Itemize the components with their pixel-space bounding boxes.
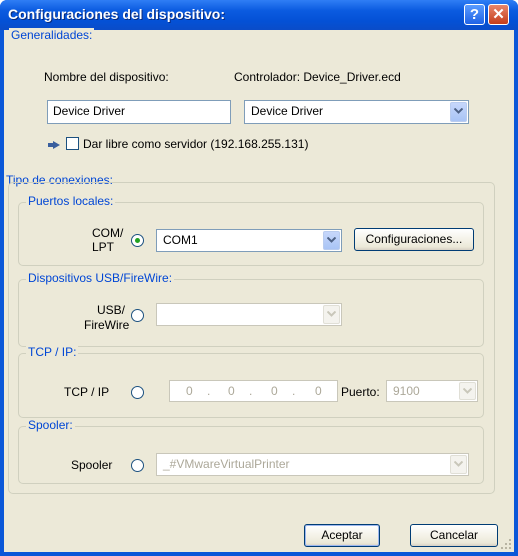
ip-octet-1: 0 [186, 384, 193, 398]
tcp-radio-label: TCP / IP [64, 385, 110, 399]
ip-address-input[interactable]: 0 . 0 . 0 . 0 [169, 380, 338, 402]
help-button[interactable]: ? [464, 4, 485, 25]
configurations-button[interactable]: Configuraciones... [354, 228, 474, 251]
cancel-button[interactable]: Cancelar [410, 524, 498, 547]
chevron-down-icon[interactable] [323, 231, 340, 250]
chevron-down-icon[interactable] [323, 305, 340, 324]
spooler-legend: Spooler: [26, 418, 75, 432]
tcp-port-value: 9100 [393, 384, 420, 398]
chevron-down-icon[interactable] [450, 102, 467, 122]
title-bar[interactable]: Configuraciones del dispositivo: ? ✕ [0, 0, 518, 30]
share-server-label: Dar libre como servidor (192.168.255.131… [83, 137, 309, 151]
com-port-select[interactable]: COM1 [156, 229, 342, 252]
chevron-down-icon[interactable] [459, 382, 476, 400]
spooler-radio-label: Spooler [71, 458, 113, 472]
driver-select[interactable]: Device Driver [244, 100, 469, 124]
usb-label-1: USB/ [97, 303, 126, 317]
driver-label: Controlador: Device_Driver.ecd [234, 70, 401, 84]
ip-octet-2: 0 [228, 384, 235, 398]
spooler-radio[interactable] [131, 459, 144, 472]
spooler-value: _#VMwareVirtualPrinter [163, 457, 290, 471]
ip-dot-1: . [207, 384, 211, 398]
local-ports-legend: Puertos locales: [26, 194, 116, 208]
chevron-down-icon[interactable] [450, 455, 467, 474]
device-name-input[interactable]: Device Driver [47, 100, 231, 124]
accept-button[interactable]: Aceptar [304, 524, 380, 547]
com-port-value: COM1 [163, 233, 198, 247]
usb-label-2: FireWire [84, 318, 130, 332]
close-button[interactable]: ✕ [488, 4, 509, 25]
ip-dot-2: . [249, 384, 253, 398]
spooler-select[interactable]: _#VMwareVirtualPrinter [156, 453, 469, 476]
share-server-checkbox[interactable] [66, 137, 79, 150]
com-lpt-radio[interactable] [131, 234, 144, 247]
radio-selected-dot [135, 238, 140, 243]
tcp-legend: TCP / IP: [26, 345, 79, 359]
ip-dot-3: . [292, 384, 296, 398]
ip-octet-4: 0 [315, 384, 322, 398]
tcp-port-select[interactable]: 9100 [386, 380, 478, 402]
dialog-body: Generalidades: Nombre del dispositivo: C… [4, 28, 514, 552]
resize-grip-icon[interactable] [500, 538, 512, 550]
share-hand-icon [47, 139, 63, 149]
usb-device-select[interactable] [156, 303, 342, 326]
device-name-label: Nombre del dispositivo: [44, 70, 169, 84]
window-title: Configuraciones del dispositivo: [8, 6, 226, 22]
com-lpt-label-1: COM/ [92, 226, 124, 240]
usb-radio[interactable] [131, 309, 144, 322]
general-legend: Generalidades: [9, 28, 95, 42]
usb-legend: Dispositivos USB/FireWire: [26, 271, 175, 285]
tcp-radio[interactable] [131, 386, 144, 399]
port-label: Puerto: [341, 385, 380, 399]
driver-select-value: Device Driver [251, 104, 324, 118]
com-lpt-label-2: LPT [92, 240, 115, 254]
dialog-window: Configuraciones del dispositivo: ? ✕ Gen… [0, 0, 518, 556]
ip-octet-3: 0 [271, 384, 278, 398]
